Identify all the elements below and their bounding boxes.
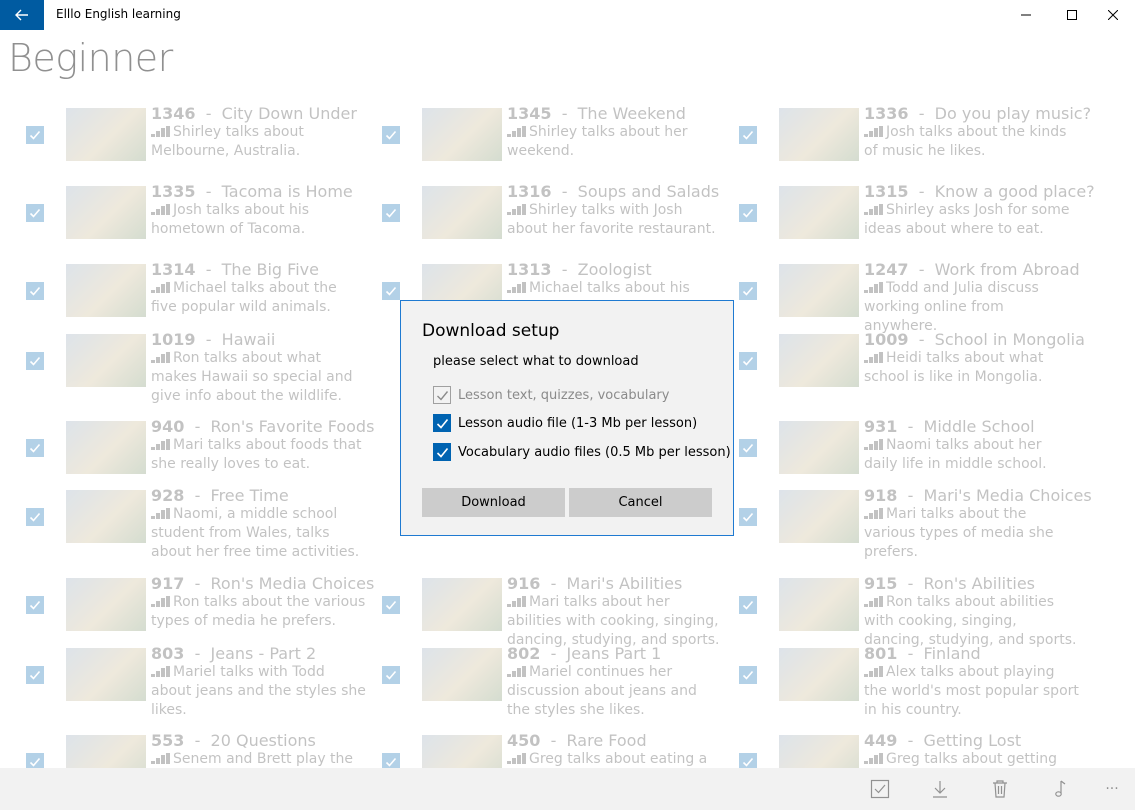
download-toolbar-button[interactable] — [926, 776, 954, 802]
option-lesson-audio[interactable]: Lesson audio file (1-3 Mb per lesson) — [433, 413, 697, 433]
download-button[interactable]: Download — [422, 488, 565, 517]
option-label: Lesson text, quizzes, vocabulary — [458, 387, 670, 403]
checkmark-icon — [436, 418, 448, 429]
checkbox-disabled[interactable] — [433, 386, 451, 404]
checkbox-checked[interactable] — [433, 414, 451, 432]
option-label: Lesson audio file (1-3 Mb per lesson) — [458, 415, 698, 431]
dialog-title: Download setup — [422, 321, 560, 341]
download-icon — [933, 781, 947, 798]
audio-button[interactable] — [1046, 776, 1074, 802]
checkmark-icon — [436, 447, 448, 458]
select-all-button[interactable] — [866, 776, 894, 802]
checkmark-icon — [436, 390, 448, 401]
more-button[interactable]: ··· — [1098, 776, 1126, 802]
more-icon: ··· — [1105, 781, 1119, 797]
music-note-icon — [1055, 780, 1066, 797]
option-label: Vocabulary audio files (0.5 Mb per lesso… — [458, 444, 731, 460]
cancel-button[interactable]: Cancel — [569, 488, 712, 517]
trash-icon — [993, 780, 1007, 798]
delete-button[interactable] — [986, 776, 1014, 802]
option-lesson-text[interactable]: Lesson text, quizzes, vocabulary — [433, 385, 669, 405]
checkbox-checked[interactable] — [433, 443, 451, 461]
dialog-subtitle: please select what to download — [433, 354, 639, 369]
option-vocabulary-audio[interactable]: Vocabulary audio files (0.5 Mb per lesso… — [433, 442, 731, 462]
checkbox-icon — [870, 779, 890, 799]
download-setup-dialog: Download setup please select what to dow… — [400, 300, 734, 536]
command-bar: ··· — [0, 768, 1135, 810]
